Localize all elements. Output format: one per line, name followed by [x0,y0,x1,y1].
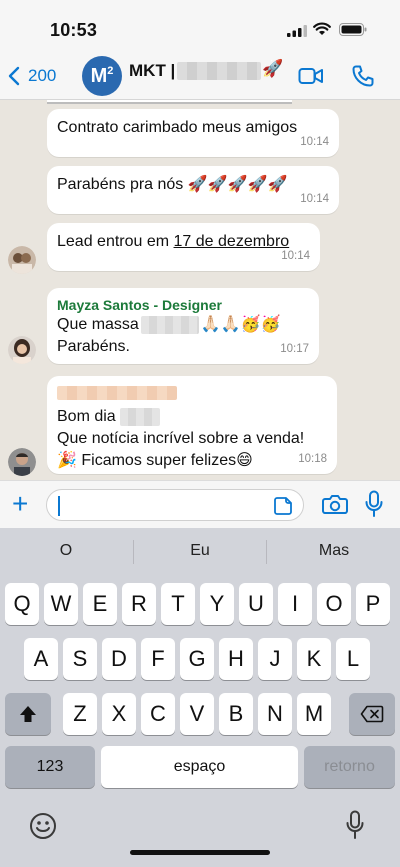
message-time: 10:14 [300,136,329,148]
video-call-icon[interactable] [298,64,324,88]
unread-count: 200 [28,66,57,85]
key-c[interactable]: C [141,693,175,735]
key-s[interactable]: S [63,638,97,680]
backspace-key[interactable] [349,693,395,735]
key-q[interactable]: Q [5,583,39,625]
message-text: Contrato carimbado meus amigos [57,119,298,136]
back-button[interactable]: 200 [8,64,56,88]
key-g[interactable]: G [180,638,214,680]
battery-icon [339,23,367,36]
message-emoji: 🙏🏻🙏🏻🥳🥳 [200,316,281,333]
chat-header: 200 M2 MKT | 🚀 [0,52,400,100]
microphone-icon[interactable] [364,490,384,518]
backspace-icon [360,705,384,723]
message-time: 10:14 [281,250,310,262]
status-bar: 10:53 [0,0,400,52]
blurred-text [119,407,160,426]
message-text: Que notícia incrível sobre a venda! [57,430,305,447]
key-v[interactable]: V [180,693,214,735]
message-text: 🎉 Ficamos super felizes😄 [57,452,253,469]
suggestion-2[interactable]: Eu [140,542,260,560]
camera-icon[interactable] [322,493,348,515]
shift-arrow-icon [20,706,36,722]
blurred-title-text [177,62,261,80]
space-key[interactable]: espaço [101,746,298,788]
suggestion-1[interactable]: O [6,542,126,560]
chat-title[interactable]: MKT | [129,61,175,81]
key-d[interactable]: D [102,638,136,680]
key-z[interactable]: Z [63,693,97,735]
key-f[interactable]: F [141,638,175,680]
message-bubble[interactable]: Contrato carimbado meus amigos 10:14 [47,109,339,157]
shift-key[interactable] [5,693,51,735]
keyboard: O Eu Mas Q W E R T Y U I O P A S D F G H… [0,528,400,867]
message-bubble[interactable]: Parabéns pra nós 🚀🚀🚀🚀🚀 10:14 [47,166,339,214]
title-emoji: 🚀 [262,59,284,78]
sender-avatar[interactable] [8,336,36,364]
text-cursor [58,496,60,516]
sender-avatar[interactable] [8,448,36,476]
avatar-letter: M [90,64,108,87]
key-t[interactable]: T [161,583,195,625]
key-w[interactable]: W [44,583,78,625]
sender-name[interactable]: Mayza Santos - Designer [57,296,309,314]
message-text: Parabéns pra nós 🚀🚀🚀🚀🚀 [57,176,288,193]
message-time: 10:17 [280,343,309,355]
message-time: 10:18 [298,453,327,465]
suggestion-3[interactable]: Mas [274,542,394,560]
attach-plus-button[interactable]: + [12,490,28,518]
message-composer: + [0,480,400,528]
message-input[interactable] [46,489,304,521]
suggestion-bar: O Eu Mas [0,528,400,576]
key-o[interactable]: O [317,583,351,625]
chat-messages[interactable]: Contrato carimbado meus amigos 10:14 Par… [0,100,400,480]
message-bubble[interactable]: Mayza Santos - Designer Que massa 🙏🏻🙏🏻🥳🥳 … [47,288,319,364]
key-k[interactable]: K [297,638,331,680]
avatar-superscript: 2 [107,65,114,77]
emoji-icon[interactable] [29,812,57,840]
cellular-signal-icon [287,25,307,37]
dictation-microphone-icon[interactable] [345,810,365,840]
blurred-sender-name [57,385,177,400]
key-p[interactable]: P [356,583,390,625]
phone-call-icon[interactable] [350,64,376,88]
key-e[interactable]: E [83,583,117,625]
key-x[interactable]: X [102,693,136,735]
message-text: Que massa [57,316,139,333]
return-key[interactable]: retorno [304,746,395,788]
message-text: Lead entrou em [57,233,174,250]
message-text: Bom dia [57,408,116,425]
suggestion-divider [133,540,134,564]
date-link[interactable]: 17 de dezembro [174,233,290,250]
sender-avatar[interactable] [8,246,36,274]
key-h[interactable]: H [219,638,253,680]
key-b[interactable]: B [219,693,253,735]
chevron-left-icon [8,66,20,86]
suggestion-divider [266,540,267,564]
key-a[interactable]: A [24,638,58,680]
message-bubble[interactable]: Lead entrou em 17 de dezembro 10:14 [47,223,320,271]
key-n[interactable]: N [258,693,292,735]
message-text: Parabéns. [57,338,130,355]
key-m[interactable]: M [297,693,331,735]
key-j[interactable]: J [258,638,292,680]
message-time: 10:14 [300,193,329,205]
numbers-key[interactable]: 123 [5,746,95,788]
message-bubble[interactable]: Bom dia Que notícia incrível sobre a ven… [47,376,337,474]
key-r[interactable]: R [122,583,156,625]
previous-message-edge [47,100,292,104]
wifi-icon [313,22,331,35]
group-avatar[interactable]: M2 [82,56,122,96]
key-u[interactable]: U [239,583,273,625]
blurred-text [140,315,199,334]
key-i[interactable]: I [278,583,312,625]
key-l[interactable]: L [336,638,370,680]
status-time: 10:53 [50,20,98,40]
key-y[interactable]: Y [200,583,234,625]
sticker-icon[interactable] [273,496,293,516]
home-indicator[interactable] [130,850,270,855]
